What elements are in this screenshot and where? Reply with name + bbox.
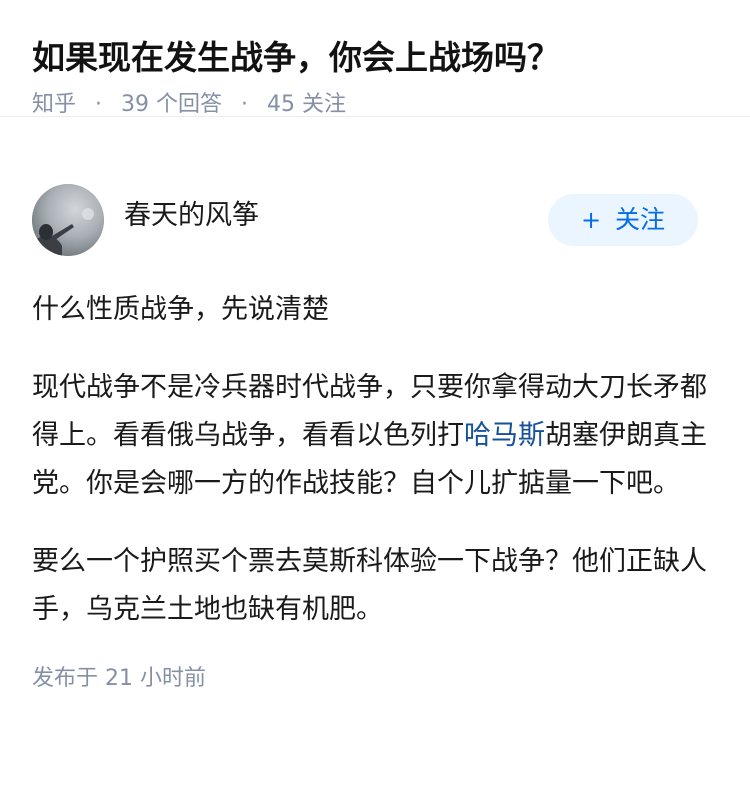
answer-paragraph: 现代战争不是冷兵器时代战争，只要你拿得动大刀长矛都得上。看看俄乌战争，看看以色列… (32, 364, 718, 508)
separator-dot: · (241, 92, 249, 117)
separator-dot: · (95, 92, 103, 117)
answer-count[interactable]: 39 个回答 (121, 92, 222, 117)
follow-button[interactable]: + 关注 (548, 194, 698, 246)
plus-icon: + (580, 206, 602, 234)
source-label[interactable]: 知乎 (32, 92, 76, 117)
follow-button-label: 关注 (615, 205, 666, 234)
author-name[interactable]: 春天的风筝 (124, 198, 259, 234)
question-meta: 知乎 · 39 个回答 · 45 关注 (32, 90, 718, 120)
follower-count[interactable]: 45 关注 (267, 92, 346, 117)
topic-link-hamas[interactable]: 哈马斯 (464, 420, 545, 451)
question-title[interactable]: 如果现在发生战争，你会上战场吗？ (32, 34, 718, 82)
avatar-photo-icon[interactable] (32, 184, 104, 256)
author-row: 春天的风筝 + 关注 (32, 184, 718, 256)
publish-time: 发布于 21 小时前 (32, 666, 206, 691)
answer-paragraph: 什么性质战争，先说清楚 (32, 294, 329, 325)
question-header: 如果现在发生战争，你会上战场吗？ 知乎 · 39 个回答 · 45 关注 (0, 0, 750, 117)
answer-paragraph: 要么一个护照买个票去莫斯科体验一下战争？他们正缺人手，乌克兰土地也缺有机肥。 (32, 546, 707, 625)
answer-content: 什么性质战争，先说清楚 现代战争不是冷兵器时代战争，只要你拿得动大刀长矛都得上。… (32, 286, 718, 634)
answer-card: 春天的风筝 + 关注 什么性质战争，先说清楚 现代战争不是冷兵器时代战争，只要你拿… (0, 184, 750, 694)
